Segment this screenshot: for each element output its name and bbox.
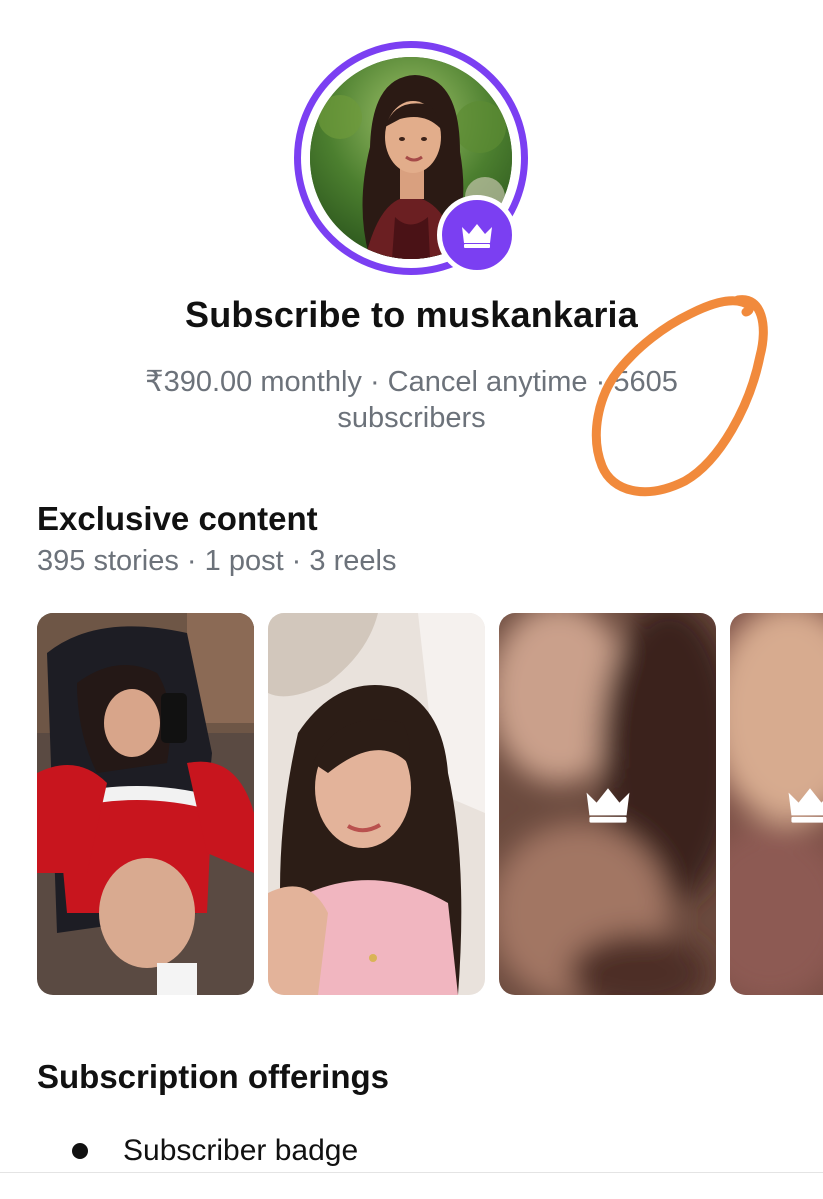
crown-icon [586,788,629,823]
separator: · [587,366,614,398]
crown-icon [462,224,492,248]
locked-content-thumbnail[interactable] [499,613,716,995]
subscriber-count: 5605 [613,366,678,398]
subscribe-page: Subscribe to muskankaria ₹390.00 monthly… [0,0,823,1199]
subscriber-crown-badge [437,195,517,275]
locked-content-thumbnail[interactable] [730,613,823,995]
page-title: Subscribe to muskankaria [185,294,638,335]
crown-icon [788,788,823,823]
content-thumbnail[interactable] [268,613,485,995]
list-item: Subscriber badge [72,1134,358,1168]
price-text: ₹390.00 monthly [145,366,362,398]
subscription-details: ₹390.00 monthly · Cancel anytime · 5605 s… [70,364,753,436]
bullet-icon [72,1143,88,1159]
subscriber-label: subscribers [337,402,486,434]
cancel-note: Cancel anytime [387,366,588,398]
subscription-offerings-heading: Subscription offerings [37,1058,390,1095]
content-thumbnail[interactable] [37,613,254,995]
offering-label: Subscriber badge [123,1134,359,1167]
exclusive-content-counts: 395 stories · 1 post · 3 reels [37,545,397,577]
exclusive-content-heading: Exclusive content [37,500,318,537]
separator: · [361,366,388,398]
exclusive-thumbnails [37,613,823,995]
divider [0,1172,823,1173]
